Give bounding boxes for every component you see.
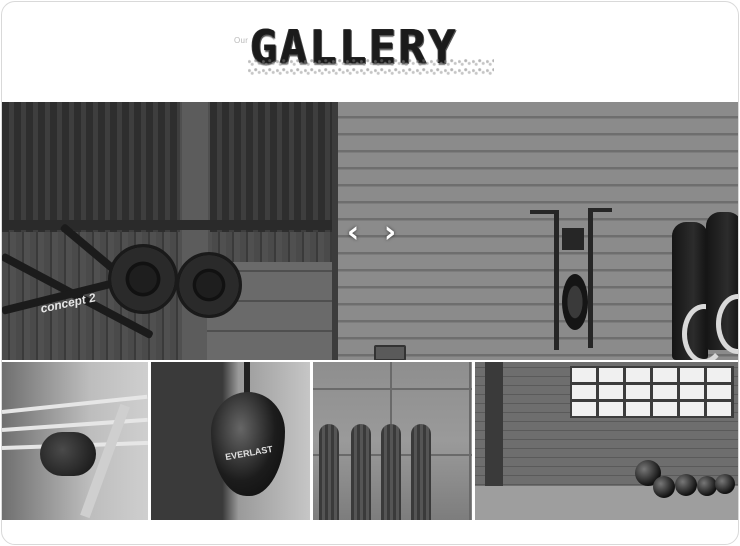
thumbnail-straps[interactable] xyxy=(313,362,472,520)
hero-window-right xyxy=(210,102,332,232)
ring-rope xyxy=(2,417,148,432)
bike-frame xyxy=(554,210,559,350)
bike-handle xyxy=(590,208,612,212)
strap xyxy=(351,424,371,520)
thumbnail-brick-room[interactable] xyxy=(475,362,738,520)
thumbnail-boxing-ring[interactable] xyxy=(2,362,148,520)
brick-room-window xyxy=(570,366,734,418)
slider-next-icon[interactable]: › xyxy=(377,218,403,248)
medicine-ball xyxy=(653,476,675,498)
ski-erg xyxy=(672,222,726,360)
gallery-thumbnails: EVERLAST xyxy=(2,362,738,520)
medicine-ball xyxy=(675,474,697,496)
ski-erg xyxy=(706,212,738,354)
strap xyxy=(411,424,431,520)
medicine-ball xyxy=(697,476,717,496)
speed-bag xyxy=(211,392,285,496)
title-grunge-texture xyxy=(248,58,494,76)
hero-pillar xyxy=(182,102,208,360)
hero-door-handle xyxy=(374,345,406,360)
slider-prev-icon[interactable]: ‹ xyxy=(340,218,366,248)
bike-wheel xyxy=(562,274,588,330)
gallery-header: Our GALLERY xyxy=(2,2,738,102)
strap xyxy=(319,424,339,520)
hero-window-left xyxy=(2,102,180,232)
brick-room-column xyxy=(485,362,503,486)
strap xyxy=(381,424,401,520)
hero-slide-image[interactable]: concept 2 ‹ › xyxy=(2,102,738,360)
bike-handle xyxy=(530,210,556,214)
bike-seat xyxy=(562,228,584,250)
speed-bag-hook xyxy=(244,362,250,396)
boxing-glove xyxy=(40,432,96,476)
medicine-ball xyxy=(715,474,735,494)
hero-beam xyxy=(2,220,332,230)
thumbnail-speed-bag[interactable]: EVERLAST xyxy=(151,362,310,520)
rower-flywheel xyxy=(108,244,178,314)
hero-wall xyxy=(2,102,332,360)
gallery-eyebrow: Our xyxy=(234,36,249,45)
rower-flywheel xyxy=(176,252,242,318)
gallery-frame: Our GALLERY concept 2 ‹ › EVERLAST xyxy=(1,1,739,545)
bike-frame xyxy=(588,208,593,348)
